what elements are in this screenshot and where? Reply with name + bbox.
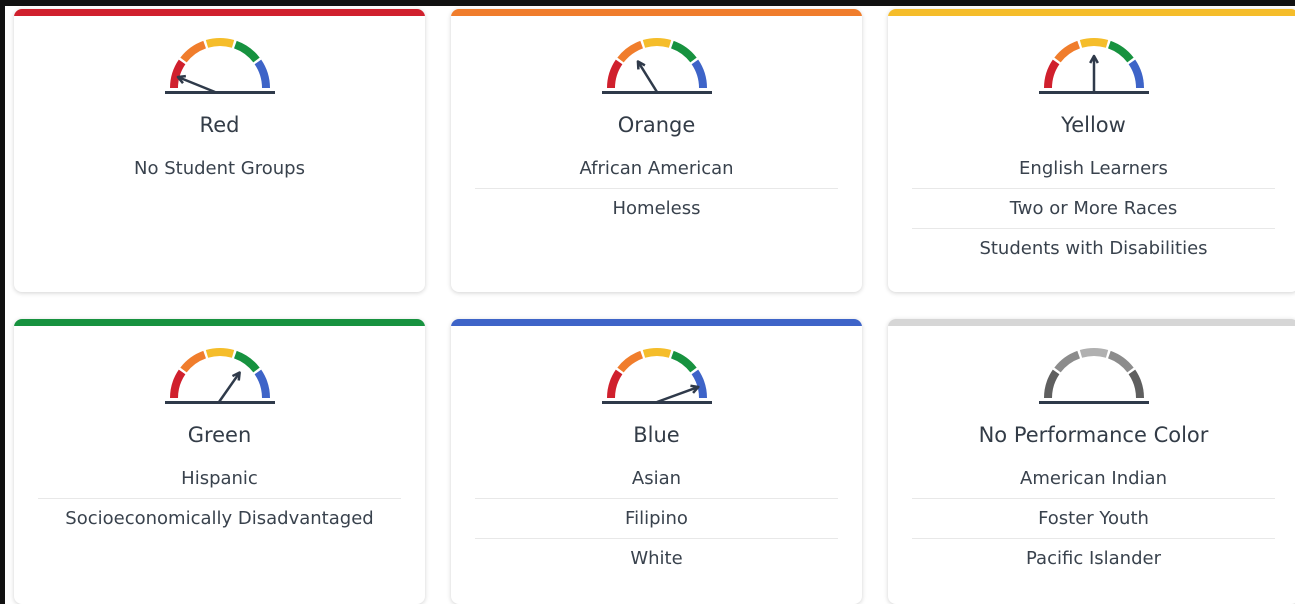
gauge-needle-arrow: [176, 74, 215, 94]
gauge-segment-green: [1107, 40, 1134, 63]
gauge-segment-green: [670, 350, 697, 373]
gauge-segment-green: [233, 350, 260, 373]
gauge-yellow-icon: [1038, 38, 1149, 94]
gauge-needle-arrow: [217, 371, 241, 403]
gauge-segment-orange: [1053, 40, 1080, 63]
student-group-item: African American: [475, 149, 838, 189]
card-color-bar: [451, 319, 862, 326]
student-group-list: African American Homeless: [475, 149, 838, 229]
gauge-segment-green: [670, 40, 697, 63]
student-group-item: Pacific Islander: [1026, 548, 1161, 569]
performance-card-no-performance-color: No Performance Color American Indian Foste…: [888, 319, 1295, 604]
student-group-item: Hispanic: [38, 459, 401, 499]
card-title: Green: [187, 423, 252, 447]
gauge-needle-arrow: [1088, 54, 1099, 92]
card-title: Red: [199, 113, 240, 137]
gauge-segment-red: [1043, 59, 1060, 89]
student-group-item: Asian: [475, 459, 838, 499]
card-color-bar: [14, 9, 425, 16]
gauge-segment-blue: [253, 59, 270, 89]
gauge-segment-orange: [179, 40, 206, 63]
gauge-blue-icon: [601, 348, 712, 404]
student-group-item: Homeless: [612, 198, 701, 219]
performance-card-yellow: Yellow English Learners Two or More Races S…: [888, 9, 1295, 292]
gauge-segment-orange: [616, 40, 643, 63]
window-top-border: [0, 0, 1295, 6]
gauge-segment-green: [1107, 350, 1134, 373]
gauge-no-color-icon: [1038, 348, 1149, 404]
gauge-needle-arrow: [636, 60, 658, 93]
gauge-segment-blue: [690, 369, 707, 399]
student-group-item: American Indian: [912, 459, 1275, 499]
gauge-segment-blue: [1127, 59, 1144, 89]
student-group-list: Hispanic Socioeconomically Disadvantaged: [38, 459, 401, 539]
gauge-green-icon: [164, 348, 275, 404]
gauge-segment-orange: [1053, 350, 1080, 373]
gauge-segment-blue: [690, 59, 707, 89]
student-group-list: Asian Filipino White: [475, 459, 838, 579]
card-title: Orange: [617, 113, 696, 137]
student-group-list: No Student Groups: [38, 149, 401, 189]
gauge-segment-yellow: [205, 38, 234, 48]
student-group-item: No Student Groups: [134, 158, 305, 179]
student-group-list: English Learners Two or More Races Student…: [912, 149, 1275, 269]
gauge-segment-yellow: [1079, 38, 1108, 48]
gauge-segment-red: [169, 59, 186, 89]
gauge-segment-blue: [253, 369, 270, 399]
gauge-segment-orange: [179, 350, 206, 373]
student-group-item: Foster Youth: [912, 499, 1275, 539]
window-left-border: [0, 0, 5, 604]
card-title: Blue: [633, 423, 680, 447]
performance-card-orange: Orange African American Homeless: [451, 9, 862, 292]
gauge-segment-yellow: [642, 348, 671, 358]
card-title: Yellow: [1061, 113, 1126, 137]
gauge-red-icon: [164, 38, 275, 94]
card-color-bar: [888, 319, 1295, 326]
student-group-item: English Learners: [912, 149, 1275, 189]
student-group-item: White: [630, 548, 683, 569]
gauge-needle-arrow: [656, 384, 700, 404]
gauge-segment-yellow: [205, 348, 234, 358]
card-title: No Performance Color: [978, 423, 1209, 447]
gauge-segment-yellow: [1079, 348, 1108, 358]
card-color-bar: [888, 9, 1295, 16]
gauge-segment-red: [169, 369, 186, 399]
gauge-segment-yellow: [642, 38, 671, 48]
student-group-item: Students with Disabilities: [979, 238, 1208, 259]
gauge-orange-icon: [601, 38, 712, 94]
gauge-segment-green: [233, 40, 260, 63]
student-group-list: American Indian Foster Youth Pacific Islan…: [912, 459, 1275, 579]
student-group-item: Filipino: [475, 499, 838, 539]
student-group-item: Socioeconomically Disadvantaged: [65, 508, 374, 529]
gauge-segment-red: [606, 369, 623, 399]
card-color-bar: [14, 319, 425, 326]
gauge-segment-red: [606, 59, 623, 89]
performance-card-green: Green Hispanic Socioeconomically Disadvant…: [14, 319, 425, 604]
performance-card-red: Red No Student Groups: [14, 9, 425, 292]
gauge-segment-red: [1043, 369, 1060, 399]
performance-card-blue: Blue Asian Filipino White: [451, 319, 862, 604]
gauge-segment-orange: [616, 350, 643, 373]
card-color-bar: [451, 9, 862, 16]
student-group-item: Two or More Races: [912, 189, 1275, 229]
gauge-segment-blue: [1127, 369, 1144, 399]
